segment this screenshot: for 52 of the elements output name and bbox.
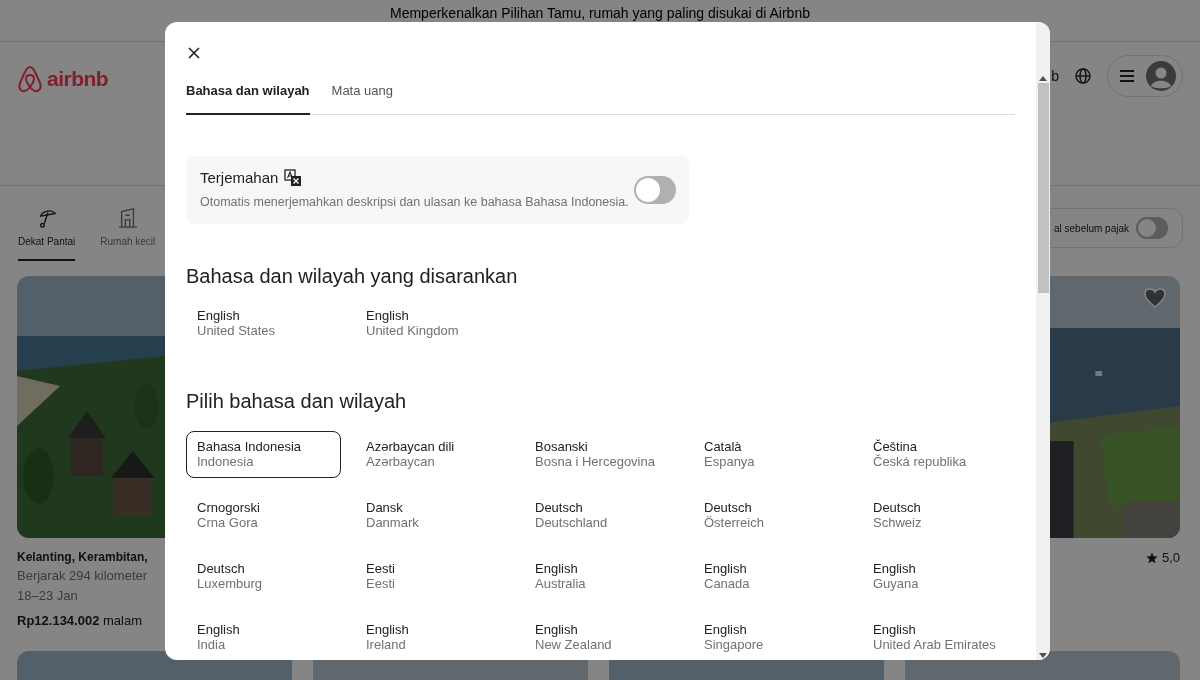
language-option[interactable]: English Canada — [693, 552, 848, 600]
close-icon — [187, 46, 201, 61]
language-option[interactable]: Deutsch Schweiz — [862, 491, 1017, 539]
toggle-switch[interactable] — [1136, 217, 1168, 239]
translate-icon — [284, 169, 303, 188]
section-heading: Bahasa dan wilayah yang disarankan — [186, 263, 519, 288]
listing-title[interactable]: Kelanting, Kerambitan, — [17, 548, 148, 566]
rating-text: 5,0 — [1161, 549, 1180, 567]
language-option[interactable]: Català Espanya — [693, 430, 848, 478]
language-option[interactable]: Deutsch Österreich — [693, 491, 848, 539]
toggle-switch[interactable] — [634, 175, 676, 204]
avatar-icon — [1146, 61, 1176, 91]
star-icon — [1145, 551, 1158, 564]
language-option[interactable]: English United Arab Emirates — [862, 613, 1017, 660]
language-option[interactable]: English India — [186, 613, 341, 660]
language-option[interactable]: English United Kingdom — [355, 299, 510, 347]
language-option[interactable]: English New Zealand — [524, 613, 679, 660]
nav-link[interactable]: b — [1051, 65, 1059, 87]
section-heading: Pilih bahasa dan wilayah — [186, 388, 408, 413]
scroll-up-icon[interactable] — [1039, 76, 1047, 81]
tab[interactable]: Mata uang — [331, 81, 393, 115]
language-option[interactable]: Deutsch Deutschland — [524, 491, 679, 539]
language-option[interactable]: Crnogorski Crna Gora — [186, 491, 341, 539]
listing-dates: 18–23 Jan — [17, 586, 78, 605]
translation-description: Otomatis menerjemahkan deskripsi dan ulasan ke bahasa Bahasa Indonesia. — [200, 194, 629, 212]
language-option[interactable]: Bosanski Bosna i Hercegovina — [524, 430, 679, 478]
logo-text: airbnb — [47, 66, 109, 92]
translation-title: Terjemahan — [200, 167, 279, 188]
banner-text: Memperkenalkan Pilihan Tamu, rumah yang paling disukai di Airbnb — [390, 5, 810, 21]
menu-icon — [1120, 70, 1134, 82]
menu-button[interactable] — [1107, 55, 1183, 97]
globe-icon[interactable] — [1075, 68, 1091, 84]
language-option[interactable]: Azərbaycan dili Azərbaycan — [355, 430, 510, 478]
tab[interactable]: Bahasa dan wilayah — [186, 81, 310, 115]
language-option[interactable]: English Singapore — [693, 613, 848, 660]
language-option[interactable]: Čeština Česká republika — [862, 430, 1017, 478]
language-option[interactable]: Dansk Danmark — [355, 491, 510, 539]
category-tab[interactable]: Dekat Pantai — [18, 208, 76, 261]
logo-icon — [17, 63, 43, 94]
building-icon — [116, 208, 139, 228]
language-option[interactable]: Eesti Eesti — [355, 552, 510, 600]
scrollbar[interactable] — [1036, 22, 1050, 660]
language-option[interactable]: English Guyana — [862, 552, 1017, 600]
language-option[interactable]: Deutsch Luxemburg — [186, 552, 341, 600]
listing-price: Rp12.134.002 malam — [17, 612, 143, 630]
language-option[interactable]: English Australia — [524, 552, 679, 600]
listing-distance: Berjarak 294 kilometer — [17, 567, 148, 585]
language-option[interactable]: English Ireland — [355, 613, 510, 660]
language-option[interactable]: Bahasa Indonesia Indonesia — [186, 430, 341, 478]
price-toggle-label: al sebelum pajak — [1053, 221, 1129, 236]
scroll-down-icon[interactable] — [1039, 653, 1047, 658]
language-option[interactable]: English United States — [186, 299, 341, 347]
